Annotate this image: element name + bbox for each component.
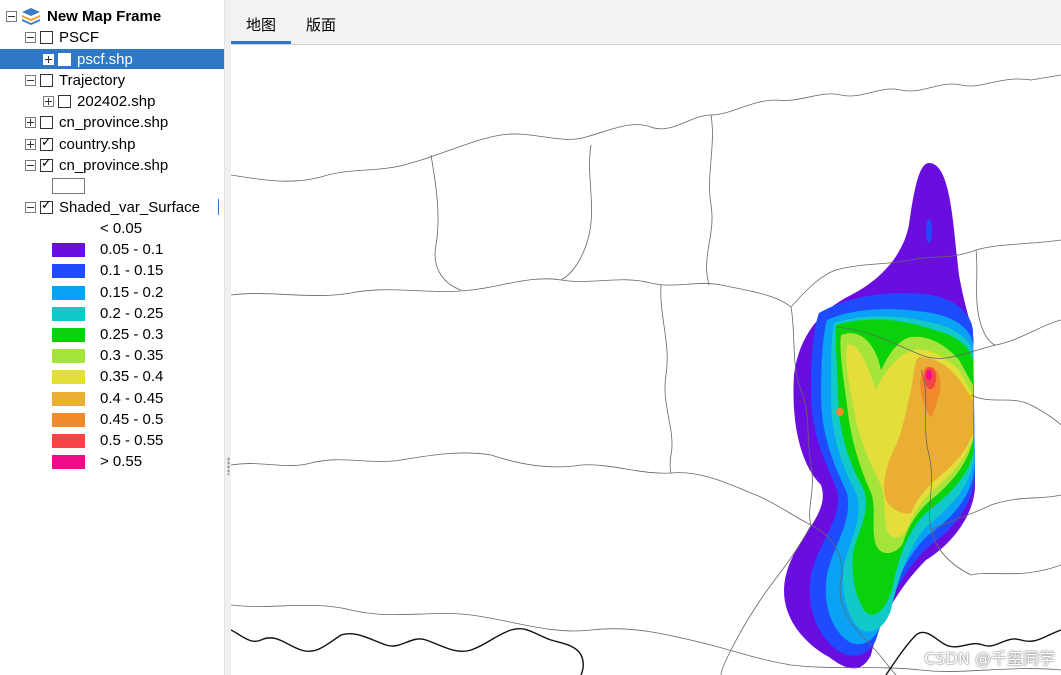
legend-label: 0.3 - 0.35 [100,347,164,365]
legend-swatch[interactable] [52,243,85,258]
layer-country[interactable]: country.shp [25,134,135,154]
text-cursor [217,199,219,215]
layer-label: country.shp [59,135,136,153]
layer-label: pscf.shp [77,50,133,68]
legend-swatch[interactable] [52,264,85,279]
map-view[interactable]: CSDN @千玺同学 [231,45,1061,675]
watermark: CSDN @千玺同学 [924,649,1055,668]
collapse-icon[interactable] [25,159,36,171]
layer-label: cn_province.shp [59,113,169,131]
legend-swatch[interactable] [52,455,85,470]
map-frame-label: New Map Frame [47,7,162,25]
legend-label: < 0.05 [100,220,143,237]
visibility-checkbox[interactable] [40,115,53,129]
legend-swatch[interactable] [52,434,85,448]
visibility-checkbox[interactable] [58,52,71,66]
visibility-checkbox[interactable] [40,156,53,172]
legend-label: 0.5 - 0.55 [100,432,164,449]
collapse-icon[interactable] [25,31,36,43]
visibility-checkbox[interactable] [40,198,53,214]
layer-cn-province-1[interactable]: cn_province.shp [25,112,168,132]
layer-label: Trajectory [59,71,126,89]
visibility-checkbox[interactable] [40,73,53,87]
layers-icon [22,8,40,25]
expand-icon[interactable] [43,53,54,65]
splitter-grip-icon[interactable] [227,457,230,475]
tab-layout[interactable]: 版面 [306,14,336,35]
legend-swatch[interactable] [52,285,85,300]
legend-label: 0.1 - 0.15 [100,262,164,280]
layer-pscf-shp[interactable]: pscf.shp [0,49,224,69]
expand-icon[interactable] [25,138,36,150]
expand-icon[interactable] [43,95,54,107]
legend-swatch[interactable] [52,412,85,427]
legend-label: 0.2 - 0.25 [100,304,164,322]
collapse-icon[interactable] [25,74,36,86]
legend-label: 0.45 - 0.5 [100,410,164,428]
layer-label: PSCF [59,28,100,46]
visibility-checkbox[interactable] [58,94,71,108]
legend-label: 0.35 - 0.4 [100,368,164,386]
layer-label: cn_province.shp [59,156,169,174]
collapse-icon[interactable] [25,201,36,213]
layer-group-trajectory[interactable]: Trajectory [25,70,125,90]
polygon-symbol[interactable] [52,178,85,194]
visibility-checkbox[interactable] [40,30,53,44]
expand-icon[interactable] [25,116,36,128]
legend-label: 0.05 - 0.1 [100,241,164,259]
legend-label: > 0.55 [100,453,143,471]
legend-swatch[interactable] [52,328,85,342]
shaded-surface [784,163,975,669]
legend-swatch[interactable] [52,391,85,406]
view-tabs: 地图 版面 [231,0,1061,45]
layer-label: Shaded_var_Surface [59,198,200,216]
legend-label: 0.15 - 0.2 [100,283,164,301]
legend-swatch[interactable] [52,370,85,385]
legend-swatch[interactable] [52,306,85,321]
layer-tree-panel: New Map Frame PSCF pscf.shp Trajectory 2… [0,0,224,675]
map-frame-node[interactable]: New Map Frame [6,6,161,26]
legend-swatch[interactable] [52,349,85,364]
layer-trajectory-shp[interactable]: 202402.shp [43,91,155,111]
collapse-icon[interactable] [6,10,17,22]
legend-label: 0.4 - 0.45 [100,389,164,407]
active-tab-indicator [231,41,291,44]
layer-shaded-surface[interactable]: Shaded_var_Surface [25,197,219,217]
visibility-checkbox[interactable] [40,135,53,151]
map-canvas[interactable] [231,45,1061,675]
tab-map[interactable]: 地图 [246,14,276,35]
layer-group-pscf[interactable]: PSCF [25,27,99,47]
legend-label: 0.25 - 0.3 [100,326,164,343]
layer-cn-province-2[interactable]: cn_province.shp [25,155,168,175]
layer-label: 202402.shp [77,92,156,110]
